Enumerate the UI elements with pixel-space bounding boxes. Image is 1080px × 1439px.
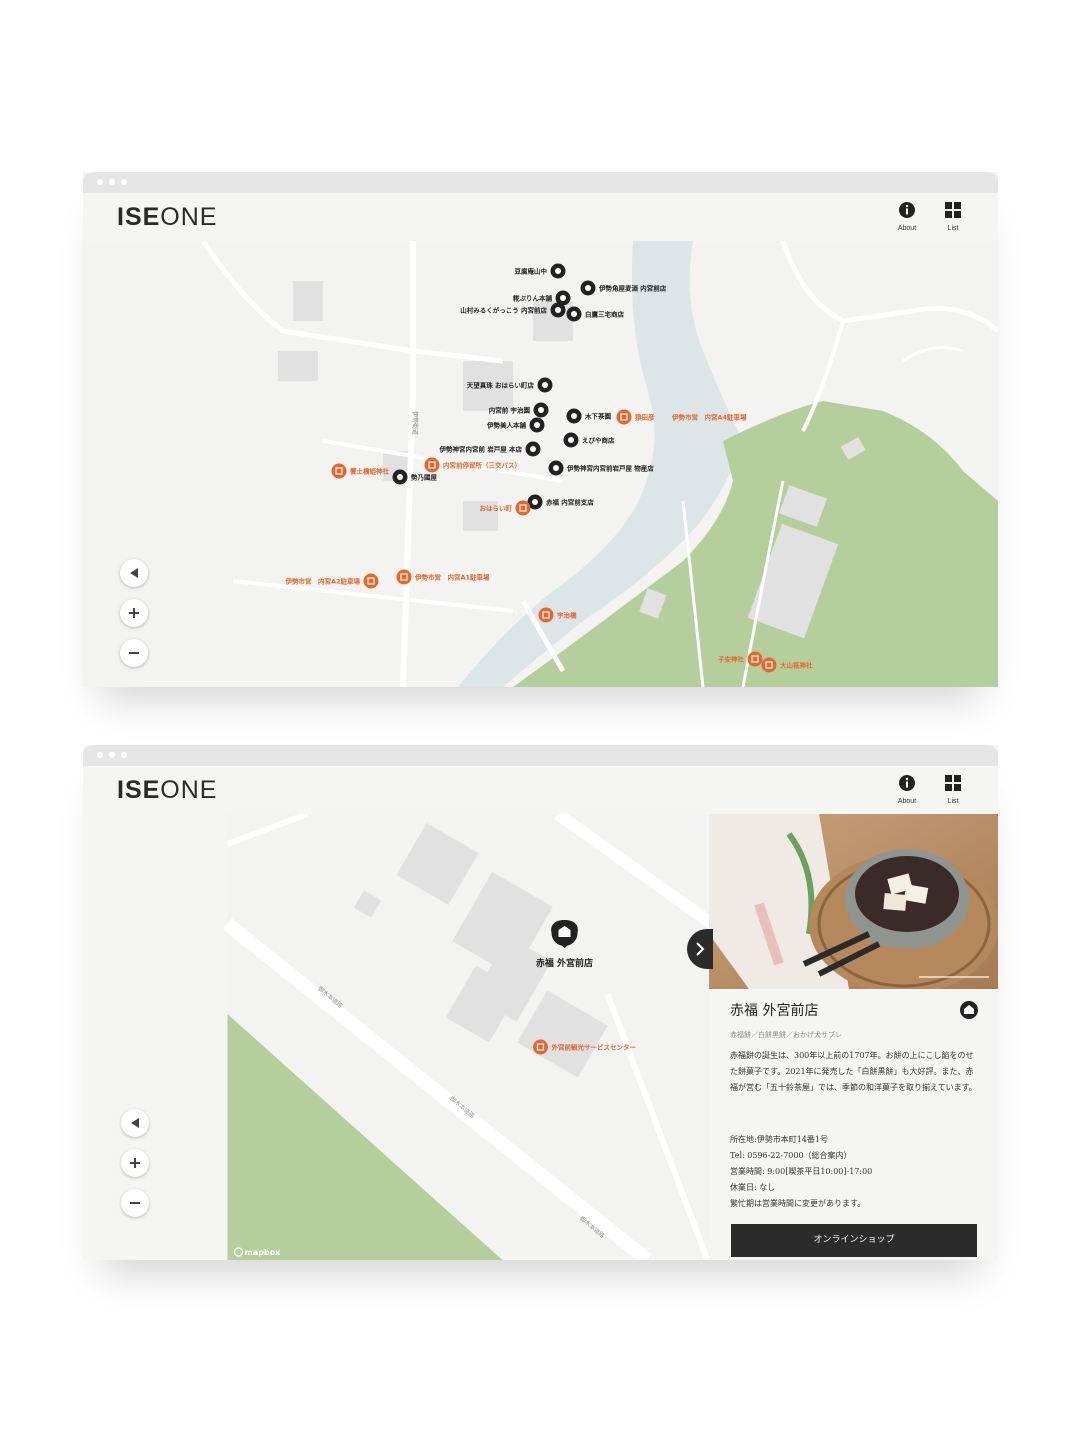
shop-description: 赤福餅の誕生は、300年以上前の1707年。お餅の上にこし餡をのせた餅菓子です。… — [730, 1051, 977, 1092]
mapbox-logo-text: mapbox — [245, 1248, 282, 1257]
list-button[interactable]: List — [933, 201, 973, 232]
shop-holidays: 休業日: なし — [730, 1183, 776, 1192]
street-label: 伊勢街道 — [411, 411, 419, 435]
window-dot — [109, 752, 115, 758]
logo-bold-text: ISE — [117, 203, 161, 231]
grid-icon — [945, 202, 961, 218]
shop-title: 赤福 外宮前店 — [730, 1003, 819, 1019]
shop-tags: 赤福餅／白餅黒餅／おかげ犬サブレ — [730, 1031, 842, 1039]
window-dot — [97, 179, 103, 185]
shrine-icon — [331, 463, 347, 479]
minus-icon — [129, 652, 139, 654]
zoom-in-button[interactable] — [121, 1149, 149, 1177]
parking-icon — [363, 573, 379, 589]
shop-address: 所在地:伊勢市本町14番1号 — [730, 1135, 828, 1144]
list-label: List — [947, 798, 959, 805]
list-label: List — [947, 225, 959, 232]
about-label: About — [897, 225, 917, 232]
shop-label: 木下茶園 — [584, 412, 612, 421]
list-button[interactable]: List — [933, 774, 973, 805]
browser-window-detail: ISEONE About List 御木本道路 御木本道路 御木本道路 赤福 外… — [83, 745, 998, 1260]
shop-photo — [709, 814, 998, 989]
zoom-in-button[interactable] — [120, 599, 148, 627]
place-label: 子安神社 — [718, 655, 745, 664]
online-shop-button[interactable]: オンラインショップ — [731, 1224, 977, 1257]
app-header: ISEONE About List — [83, 766, 998, 814]
akafuku-photo — [709, 814, 998, 989]
place-label: 伊勢市営 内宮A1駐車場 — [414, 573, 490, 582]
place-label: おはらい町 — [480, 504, 513, 513]
shop-label: 山村みるくがっこう 内宮前店 — [460, 306, 547, 315]
shrine-icon — [616, 409, 632, 425]
window-dot — [121, 179, 127, 185]
shop-label: 内宮前 宇治園 — [489, 406, 531, 415]
place-label: 伊勢市営 内宮A2駐車場 — [284, 577, 360, 586]
selected-shop-label: 赤福 外宮前店 — [536, 957, 593, 969]
street-icon — [515, 500, 531, 516]
minus-icon — [130, 1202, 140, 1204]
shrine-icon — [747, 651, 763, 667]
logo-light-text: ONE — [160, 203, 218, 231]
browser-window-overview: ISEONE About List 伊勢街道 豆腐庵山中 伊勢角屋麦酒 内宮前店… — [83, 172, 998, 687]
shop-label: 伊勢神宮内宮前 岩戸屋 本店 — [438, 445, 522, 454]
shop-label: 勢乃國屋 — [411, 473, 438, 482]
window-chrome — [83, 172, 998, 193]
window-dot — [121, 752, 127, 758]
location-arrow-icon — [130, 568, 138, 578]
parking-icon — [396, 569, 412, 585]
shop-label: えびや商店 — [582, 436, 615, 445]
zoom-out-button[interactable] — [121, 1189, 149, 1217]
shop-label: 伊勢神宮内宮前岩戸屋 物産店 — [566, 464, 654, 473]
place-marker[interactable]: 伊勢市営 内宮A4駐車場 — [671, 413, 747, 422]
shop-label: 伊勢角屋麦酒 内宮前店 — [598, 284, 667, 293]
locate-button[interactable] — [121, 1109, 149, 1137]
zoom-out-button[interactable] — [120, 639, 148, 667]
logo-bold-text: ISE — [117, 776, 161, 804]
shop-note: 繁忙期は営業時間に変更があります。 — [730, 1199, 866, 1208]
shop-info: 所在地:伊勢市本町14番1号 Tel: 0596-22-7000（総合案内） 営… — [730, 1132, 980, 1212]
place-label: 猿田彦 — [634, 413, 655, 422]
shop-detail-panel: 赤福 外宮前店 赤福餅／白餅黒餅／おかげ犬サブレ 赤福餅の誕生は、300年以上前… — [709, 814, 998, 1260]
shrine-icon — [761, 657, 777, 673]
place-label: 内宮前停留所（三交バス） — [443, 461, 521, 470]
place-label: 伊勢市営 内宮A4駐車場 — [671, 413, 747, 422]
shrine-icon — [538, 607, 554, 623]
collapse-panel-button[interactable] — [687, 929, 713, 969]
chevron-right-icon — [696, 942, 705, 956]
shop-label: 糀ぷりん本舗 — [513, 294, 553, 303]
about-button[interactable]: About — [887, 201, 927, 232]
place-label: 宇治橋 — [557, 611, 577, 620]
info-icon — [533, 1039, 548, 1055]
app-logo[interactable]: ISEONE — [117, 203, 217, 232]
app-header: ISEONE About List — [83, 193, 998, 241]
window-dot — [97, 752, 103, 758]
place-label: 饗土橋姫神社 — [350, 467, 390, 476]
info-icon — [899, 775, 915, 791]
app-logo[interactable]: ISEONE — [117, 776, 217, 805]
plus-icon — [129, 608, 139, 618]
bus-icon — [424, 457, 440, 473]
grid-icon — [945, 775, 961, 791]
window-chrome — [83, 745, 998, 766]
shop-label: 白鷹三宅商店 — [585, 310, 625, 319]
about-button[interactable]: About — [887, 774, 927, 805]
shop-label: 天望真珠 おはらい町店 — [467, 381, 535, 390]
place-label: 大山祇神社 — [780, 661, 813, 670]
map-overview[interactable]: 伊勢街道 豆腐庵山中伊勢角屋麦酒 内宮前店糀ぷりん本舗山村みるくがっこう 内宮前… — [83, 241, 998, 687]
logo-light-text: ONE — [160, 776, 218, 804]
shop-label: 豆腐庵山中 — [515, 267, 548, 276]
shop-hours: 営業時間: 9:00[喫茶平日10:00]-17:00 — [730, 1167, 873, 1176]
akafuku-icon — [960, 1001, 978, 1019]
place-label: 外宮前観光サービスセンター — [552, 1043, 637, 1052]
shop-phone: Tel: 0596-22-7000（総合案内） — [730, 1151, 852, 1160]
shop-label: 伊勢美人本舗 — [486, 421, 527, 430]
about-label: About — [897, 798, 917, 805]
window-dot — [109, 179, 115, 185]
info-icon — [899, 202, 915, 218]
shop-label: 赤福 内宮前支店 — [546, 498, 594, 507]
locate-button[interactable] — [120, 559, 148, 587]
location-arrow-icon — [131, 1118, 139, 1128]
plus-icon — [130, 1158, 140, 1168]
